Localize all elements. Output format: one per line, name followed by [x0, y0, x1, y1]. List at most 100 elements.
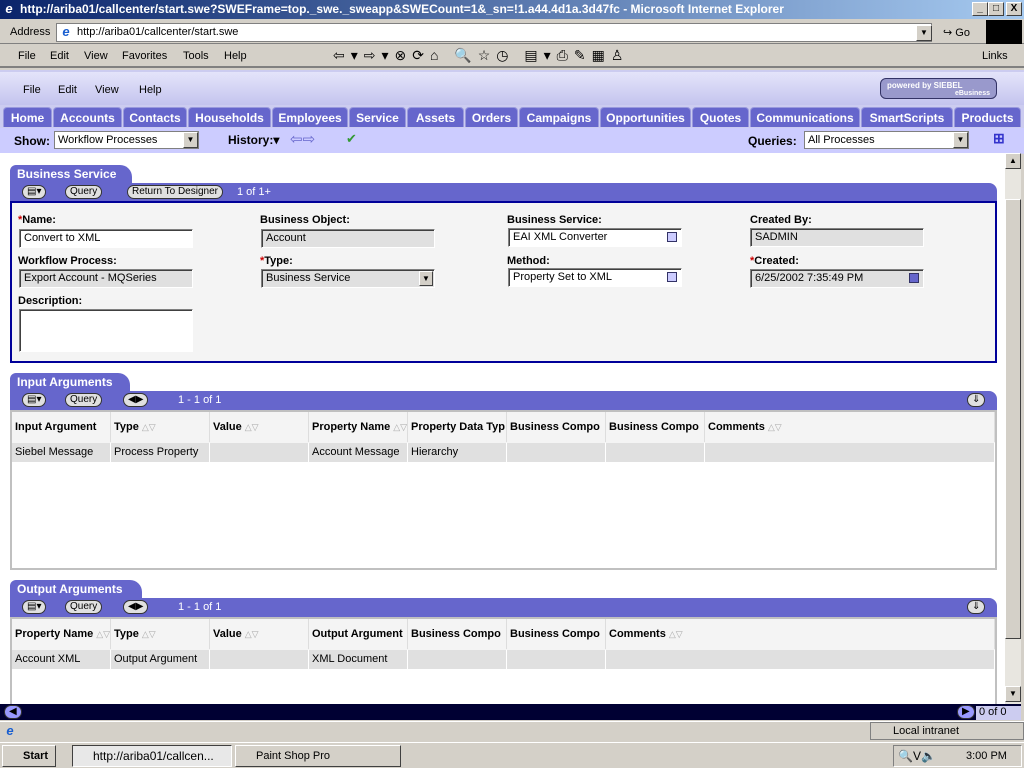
column-header[interactable]: Property Name △▽ [309, 412, 408, 442]
tab-smartscripts[interactable]: SmartScripts [861, 107, 953, 127]
windows-logo [986, 20, 1022, 44]
tab-assets[interactable]: Assets [407, 107, 464, 127]
sort-icon[interactable]: △▽ [245, 629, 259, 639]
column-header[interactable]: Property Data Typ [408, 412, 507, 442]
type-select[interactable]: Business Service ▼ [261, 269, 435, 288]
sort-icon[interactable]: △▽ [669, 629, 683, 639]
siebel-menu-help[interactable]: Help [139, 84, 162, 96]
query-button[interactable]: Query [65, 185, 103, 199]
siebel-menu-file[interactable]: File [23, 84, 41, 96]
column-label: Output Argument [312, 628, 403, 640]
minimize-button[interactable]: _ [972, 2, 988, 16]
column-header[interactable]: Business Compo [507, 619, 606, 649]
column-header[interactable]: Value △▽ [210, 412, 309, 442]
ie-menu-edit[interactable]: Edit [50, 50, 69, 62]
return-to-designer-button[interactable]: Return To Designer [127, 185, 223, 199]
method-input[interactable]: Property Set to XML [508, 268, 682, 287]
scroll-thumb[interactable] [1005, 199, 1021, 639]
sort-icon[interactable]: △▽ [142, 422, 156, 432]
sort-icon[interactable]: △▽ [768, 422, 782, 432]
taskbar-item-paintshop[interactable]: Paint Shop Pro [235, 745, 401, 767]
queries-select[interactable]: All Processes ▼ [804, 131, 969, 149]
close-button[interactable]: X [1006, 2, 1022, 16]
sort-icon[interactable]: △▽ [142, 629, 156, 639]
siebel-menu-edit[interactable]: Edit [58, 84, 77, 96]
column-header[interactable]: Output Argument [309, 619, 408, 649]
siebel-menu-view[interactable]: View [95, 84, 119, 96]
tab-employees[interactable]: Employees [272, 107, 348, 127]
calendar-icon[interactable] [909, 273, 919, 283]
scroll-down-button[interactable]: ▼ [1005, 686, 1021, 702]
tab-campaigns[interactable]: Campaigns [519, 107, 599, 127]
tab-communications[interactable]: Communications [750, 107, 860, 127]
table-row[interactable]: Siebel Message Process Property Account … [12, 443, 995, 463]
taskbar-item-ie[interactable]: http://ariba01/callcen... [72, 745, 232, 767]
column-header[interactable]: Input Argument [12, 412, 111, 442]
query-button[interactable]: Query [65, 393, 103, 407]
column-header[interactable]: Comments △▽ [606, 619, 995, 649]
tab-accounts[interactable]: Accounts [53, 107, 122, 127]
tab-households[interactable]: Households [188, 107, 271, 127]
type-label-text: Type: [264, 255, 293, 267]
pick-icon[interactable] [667, 232, 677, 242]
expand-icon[interactable]: ⇓ [967, 393, 986, 407]
description-textarea[interactable] [19, 309, 193, 352]
tab-contacts[interactable]: Contacts [123, 107, 187, 127]
prev-next-buttons[interactable]: ◀▶ [123, 393, 149, 407]
ie-menu-help[interactable]: Help [224, 50, 247, 62]
expand-icon[interactable]: ⇓ [967, 600, 986, 614]
sort-icon[interactable]: △▽ [393, 422, 407, 432]
message-next-button[interactable]: ▶ [957, 705, 975, 719]
tab-opportunities[interactable]: Opportunities [600, 107, 691, 127]
menu-button[interactable]: ▤▾ [22, 393, 47, 407]
ie-menu-favorites[interactable]: Favorites [122, 50, 167, 62]
ie-menu-view[interactable]: View [84, 50, 108, 62]
links-button[interactable]: Links [982, 50, 1008, 62]
column-header[interactable]: Type △▽ [111, 412, 210, 442]
column-header[interactable]: Value △▽ [210, 619, 309, 649]
maximize-button[interactable]: □ [988, 2, 1004, 16]
column-header[interactable]: Business Compo [606, 412, 705, 442]
prev-next-buttons[interactable]: ◀▶ [123, 600, 149, 614]
menu-button[interactable]: ▤▾ [22, 600, 47, 614]
start-button[interactable]: Start [2, 745, 56, 767]
ie-menu-tools[interactable]: Tools [183, 50, 209, 62]
column-header[interactable]: Business Compo [507, 412, 606, 442]
sort-icon[interactable]: △▽ [245, 422, 259, 432]
name-input[interactable]: Convert to XML [19, 229, 193, 248]
tab-orders[interactable]: Orders [465, 107, 518, 127]
back-forward-icon[interactable]: ⇦⇨ [290, 130, 315, 148]
address-dropdown[interactable]: ▼ [916, 25, 932, 41]
query-button[interactable]: Query [65, 600, 103, 614]
column-header[interactable]: Business Compo [408, 619, 507, 649]
cell [408, 650, 507, 669]
business-service-input[interactable]: EAI XML Converter [508, 228, 682, 247]
ie-toolbar-icons[interactable]: ⇦▾⇨▾⊗⟳⌂ 🔍☆◷ ▤▾⎙✎▦♙ [333, 47, 629, 64]
column-header[interactable]: Comments △▽ [705, 412, 995, 442]
ie-menu-file[interactable]: File [18, 50, 36, 62]
message-prev-button[interactable]: ◀ [4, 705, 22, 719]
sort-icon[interactable]: △▽ [96, 629, 110, 639]
column-header[interactable]: Property Name △▽ [12, 619, 111, 649]
cell: Account Message [309, 443, 408, 462]
history-button[interactable]: History:▾ [228, 133, 279, 147]
go-button[interactable]: ↪ Go [943, 26, 970, 39]
go-label: Go [955, 27, 970, 39]
table-row[interactable]: Account XML Output Argument XML Document [12, 650, 995, 670]
tab-home[interactable]: Home [3, 107, 52, 127]
tab-quotes[interactable]: Quotes [692, 107, 749, 127]
column-header[interactable]: Type △▽ [111, 619, 210, 649]
address-label: Address [10, 26, 51, 38]
vertical-scrollbar[interactable]: ▲ ▼ [1005, 153, 1021, 704]
scroll-up-button[interactable]: ▲ [1005, 153, 1021, 169]
clock: 3:00 PM [966, 750, 1007, 762]
binoculars-icon[interactable]: ⊞ [993, 130, 1005, 147]
tab-products[interactable]: Products [954, 107, 1021, 127]
pick-icon[interactable] [667, 272, 677, 282]
check-icon[interactable]: ✔ [346, 131, 357, 147]
menu-button[interactable]: ▤▾ [22, 185, 47, 199]
tray-icons[interactable]: 🔍V🔈 [898, 749, 936, 763]
show-select[interactable]: Workflow Processes ▼ [54, 131, 199, 149]
address-input[interactable]: http://ariba01/callcenter/start.swe [56, 23, 932, 42]
tab-service[interactable]: Service [349, 107, 406, 127]
